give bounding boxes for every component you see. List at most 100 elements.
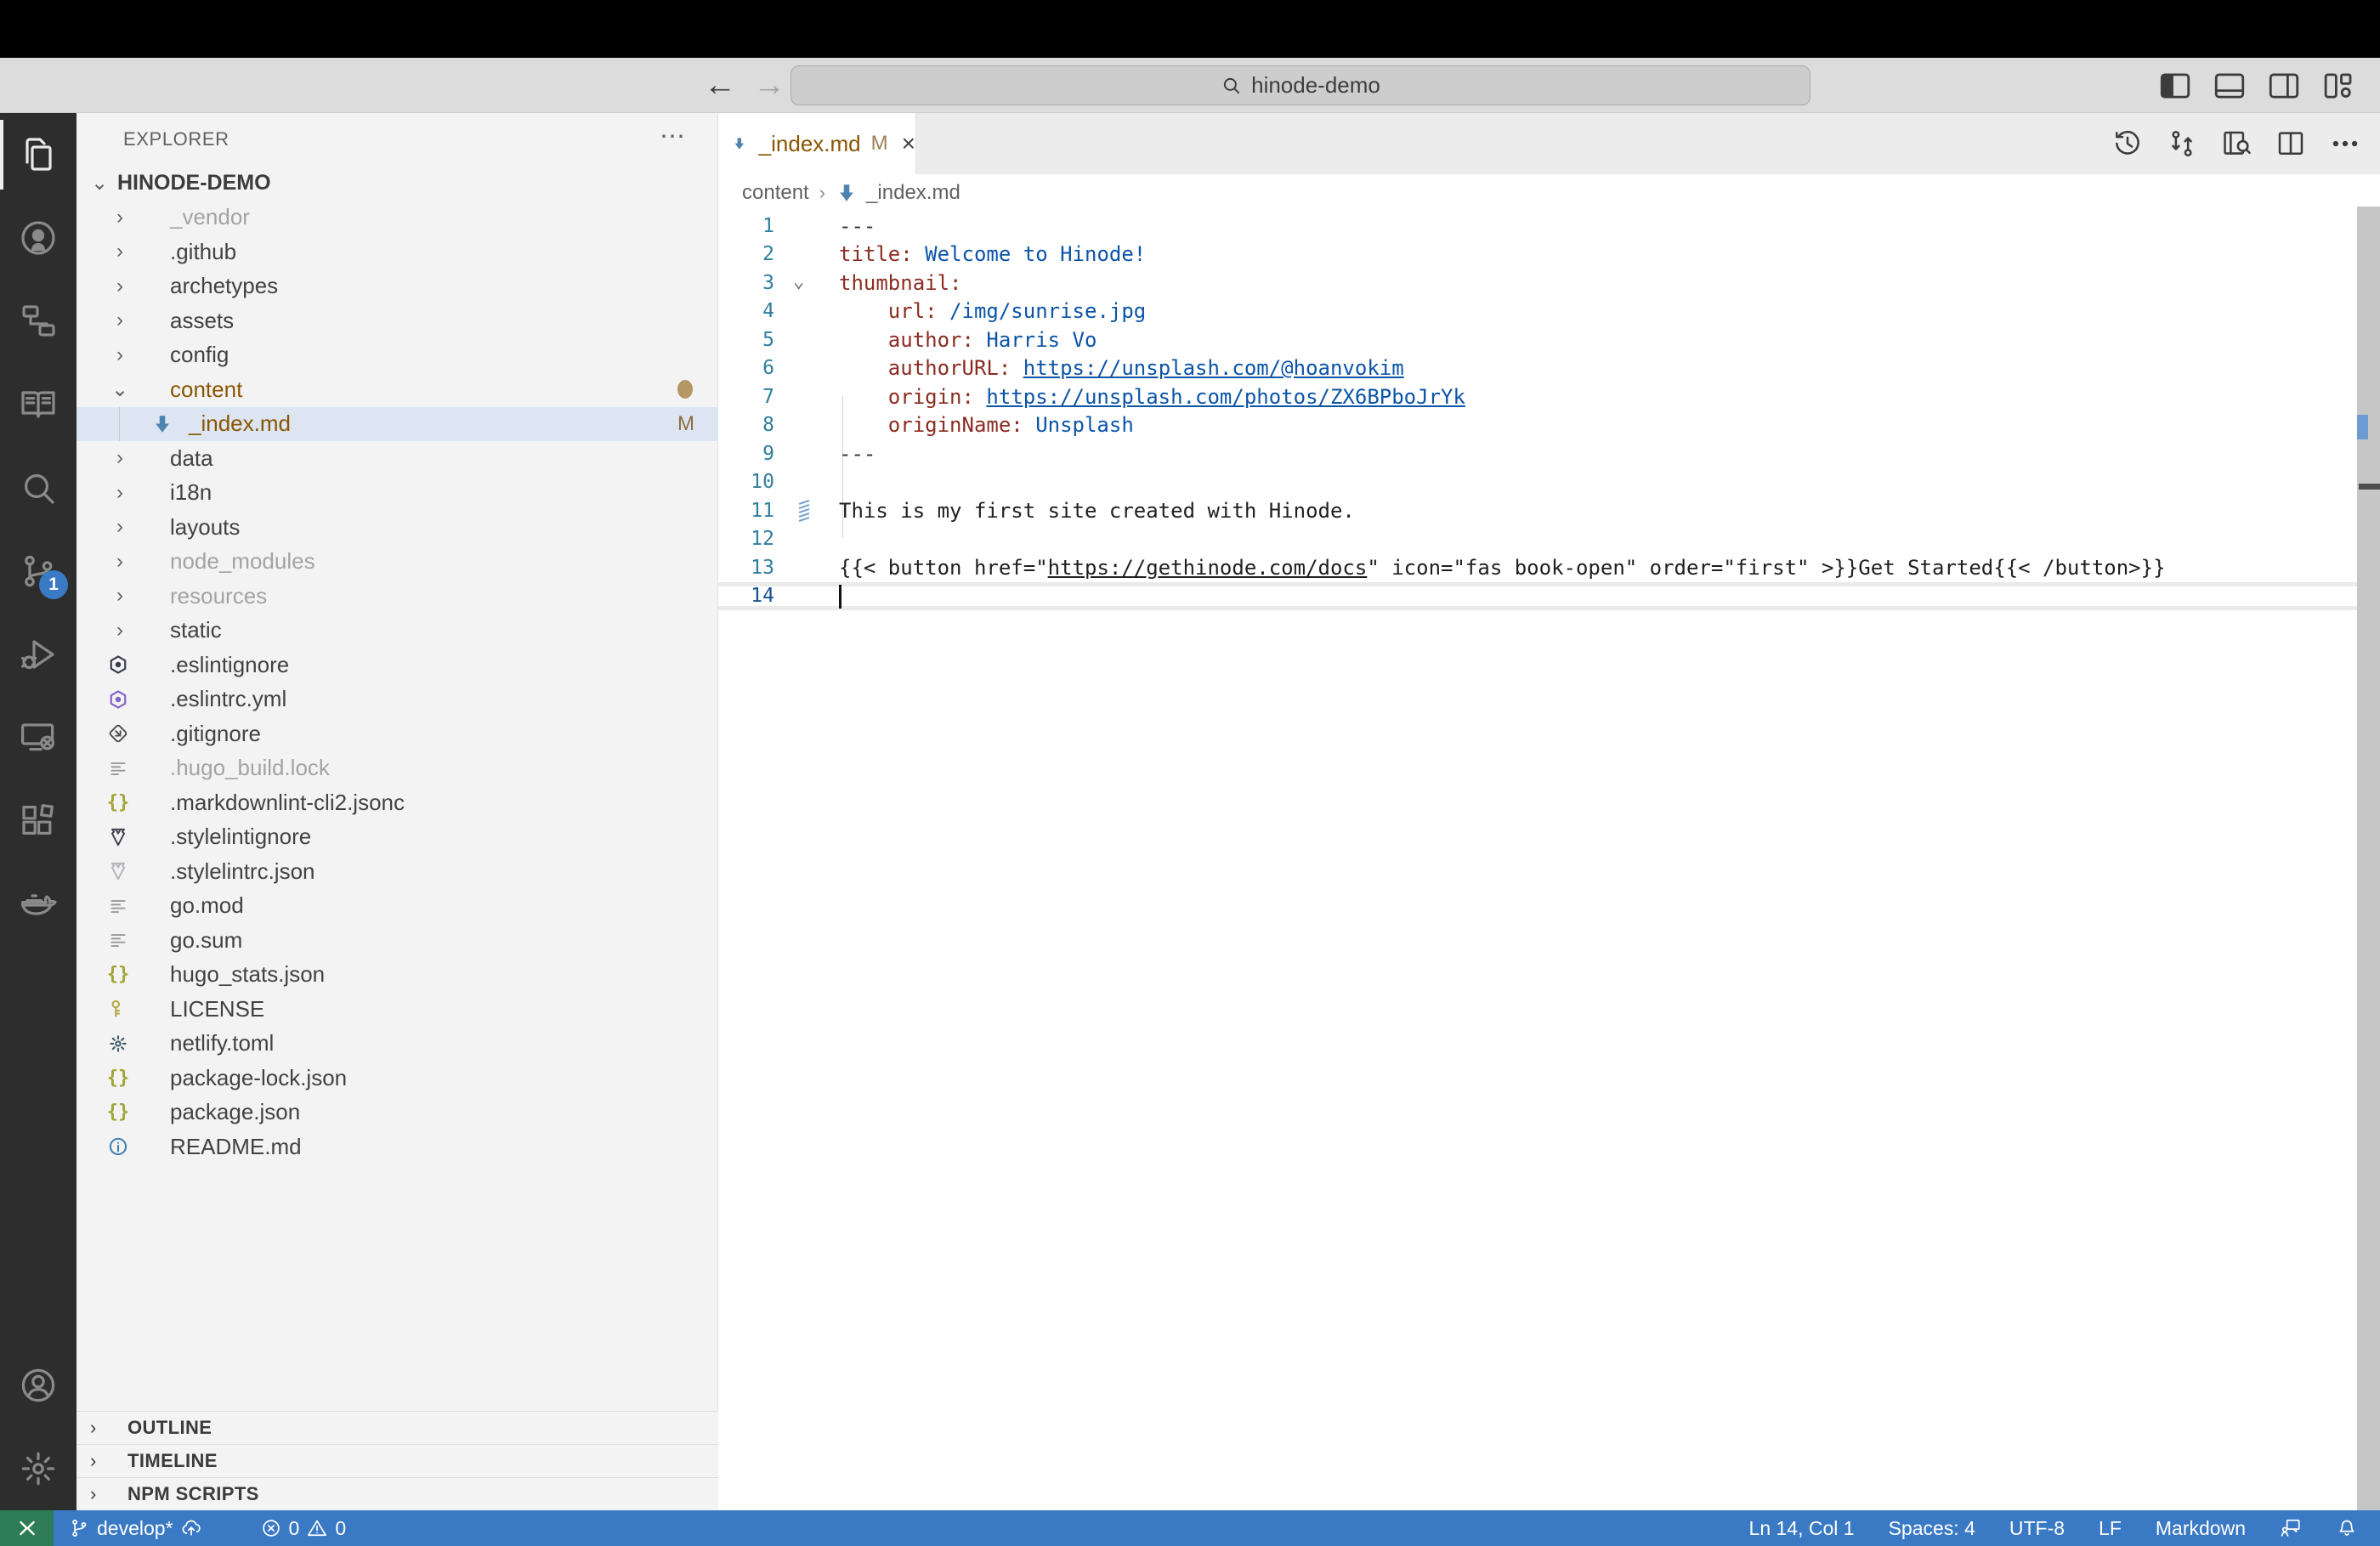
line-number: 3 xyxy=(718,272,786,294)
tree-item-hugo_stats.json[interactable]: {}hugo_stats.json xyxy=(76,958,718,993)
tree-item-netlify.toml[interactable]: netlify.toml xyxy=(76,1027,718,1062)
activity-item-remote-explorer[interactable] xyxy=(0,696,76,779)
tree-item-.stylelintignore[interactable]: .stylelintignore xyxy=(76,820,718,855)
toggle-primary-sidebar-icon[interactable] xyxy=(2157,68,2193,104)
code-line-2[interactable]: 2title: Welcome to Hinode! xyxy=(718,241,2357,269)
code-line-9[interactable]: 9--- xyxy=(718,439,2357,468)
status-markdown[interactable]: Markdown xyxy=(2156,1517,2246,1540)
split-editor-icon[interactable] xyxy=(2275,127,2307,160)
file-icon-wrap xyxy=(105,858,131,884)
tree-item-package-lock.json[interactable]: {}package-lock.json xyxy=(76,1061,718,1096)
toggle-panel-icon[interactable] xyxy=(2212,68,2247,104)
code-line-4[interactable]: 4 url: /img/sunrise.jpg xyxy=(718,297,2357,326)
status-utf-8[interactable]: UTF-8 xyxy=(2009,1517,2065,1540)
tree-item-label: .eslintignore xyxy=(170,652,289,678)
history-icon[interactable] xyxy=(2111,127,2144,160)
tree-item-.stylelintrc.json[interactable]: .stylelintrc.json xyxy=(76,854,718,889)
tree-item-package.json[interactable]: {}package.json xyxy=(76,1096,718,1130)
tree-item-.eslintrc.yml[interactable]: .eslintrc.yml xyxy=(76,682,718,717)
tree-item-README.md[interactable]: README.md xyxy=(76,1130,718,1164)
tree-item-.github[interactable]: ›.github xyxy=(76,235,718,269)
tree-item-label: README.md xyxy=(170,1134,302,1160)
section-npm-scripts[interactable]: ›NPM SCRIPTS xyxy=(76,1477,718,1510)
activity-item-docs[interactable] xyxy=(0,363,76,446)
activity-item-explorer[interactable] xyxy=(0,113,76,196)
tree-item-node_modules[interactable]: ›node_modules xyxy=(76,545,718,580)
activity-item-search[interactable] xyxy=(0,446,76,529)
tree-item-.hugo_build.lock[interactable]: .hugo_build.lock xyxy=(76,751,718,786)
status-lf[interactable]: LF xyxy=(2099,1517,2122,1540)
tree-item-layouts[interactable]: ›layouts xyxy=(76,510,718,545)
tree-item-config[interactable]: ›config xyxy=(76,338,718,373)
file-icon-wrap xyxy=(105,1031,131,1056)
code-line-11[interactable]: 11This is my first site created with Hin… xyxy=(718,496,2357,525)
toggle-secondary-sidebar-icon[interactable] xyxy=(2266,68,2302,104)
tree-item-go.sum[interactable]: go.sum xyxy=(76,923,718,958)
command-center-search[interactable]: hinode-demo xyxy=(790,65,1810,105)
explorer-more-actions-icon[interactable]: ⋯ xyxy=(660,122,687,151)
tree-item-_vendor[interactable]: ›_vendor xyxy=(76,201,718,235)
tree-item-_index.md[interactable]: _index.mdM xyxy=(76,407,718,442)
activity-item-extensions[interactable] xyxy=(0,779,76,863)
activity-item-hierarchy[interactable] xyxy=(0,280,76,363)
customize-layout-icon[interactable] xyxy=(2320,68,2356,104)
section-outline[interactable]: ›OUTLINE xyxy=(76,1411,718,1444)
tree-item-i18n[interactable]: ›i18n xyxy=(76,476,718,511)
remote-indicator[interactable] xyxy=(0,1510,54,1546)
status-spaces[interactable]: Spaces: 4 xyxy=(1889,1517,1975,1540)
chevron-right-icon: › xyxy=(90,1483,112,1505)
tree-item-.markdownlint-cli2.jsonc[interactable]: {}.markdownlint-cli2.jsonc xyxy=(76,785,718,820)
code-line-5[interactable]: 5 author: Harris Vo xyxy=(718,326,2357,354)
status-ln-14[interactable]: Ln 14, Col 1 xyxy=(1749,1517,1855,1540)
tree-item-.eslintignore[interactable]: .eslintignore xyxy=(76,648,718,682)
lines-icon xyxy=(107,757,129,779)
breadcrumb[interactable]: content › _index.md xyxy=(718,174,2380,212)
activity-item-github[interactable] xyxy=(0,196,76,280)
eslint-dark-icon xyxy=(107,654,129,676)
code-line-3[interactable]: 3⌄thumbnail: xyxy=(718,269,2357,297)
more-icon[interactable] xyxy=(2329,127,2361,160)
tree-item-label: go.mod xyxy=(170,892,244,919)
back-arrow-icon[interactable]: ← xyxy=(704,68,736,102)
activity-item-docker[interactable] xyxy=(0,863,76,946)
tree-item-go.mod[interactable]: go.mod xyxy=(76,889,718,924)
activity-item-source-control[interactable]: 1 xyxy=(0,529,76,613)
tree-item-LICENSE[interactable]: LICENSE xyxy=(76,992,718,1027)
braces-icon: {} xyxy=(107,964,129,986)
tree-root-HINODE-DEMO[interactable]: ⌄HINODE-DEMO xyxy=(76,166,718,201)
code-line-10[interactable]: 10 xyxy=(718,468,2357,497)
activity-item-account[interactable] xyxy=(0,1344,76,1427)
forward-arrow-icon[interactable]: → xyxy=(753,68,785,102)
code-line-12[interactable]: 12 xyxy=(718,525,2357,554)
tab-close-icon[interactable]: × xyxy=(902,130,915,157)
problems-status[interactable]: 00 xyxy=(260,1517,347,1540)
code-line-6[interactable]: 6 authorURL: https://unsplash.com/@hoanv… xyxy=(718,354,2357,383)
code-line-14[interactable]: 14 xyxy=(718,582,2357,611)
editor-scrollbar[interactable] xyxy=(2357,207,2380,1510)
tree-item-archetypes[interactable]: ›archetypes xyxy=(76,269,718,304)
tree-item-assets[interactable]: ›assets xyxy=(76,303,718,338)
file-icon-wrap xyxy=(105,756,131,781)
code-line-1[interactable]: 1--- xyxy=(718,212,2357,241)
branch-status[interactable]: develop* xyxy=(68,1517,202,1540)
tree-item-content[interactable]: ⌄content xyxy=(76,372,718,407)
activity-item-run-and-debug[interactable] xyxy=(0,613,76,696)
breadcrumb-file[interactable]: _index.md xyxy=(866,181,960,205)
fold-chevron-icon[interactable]: ⌄ xyxy=(793,271,804,292)
code-editor[interactable]: 1---2title: Welcome to Hinode!3⌄thumbnai… xyxy=(718,212,2357,1510)
breadcrumb-folder[interactable]: content xyxy=(742,181,809,205)
tree-item-label: netlify.toml xyxy=(170,1030,274,1056)
tree-item-data[interactable]: ›data xyxy=(76,441,718,476)
code-line-7[interactable]: 7 origin: https://unsplash.com/photos/ZX… xyxy=(718,382,2357,411)
code-line-8[interactable]: 8 originName: Unsplash xyxy=(718,411,2357,440)
gutter-decorations xyxy=(786,212,837,241)
tree-item-static[interactable]: ›static xyxy=(76,614,718,648)
tree-item-resources[interactable]: ›resources xyxy=(76,579,718,614)
changes-icon[interactable] xyxy=(2166,127,2198,160)
preview-icon[interactable] xyxy=(2220,127,2252,160)
tree-item-.gitignore[interactable]: .gitignore xyxy=(76,716,718,751)
section-timeline[interactable]: ›TIMELINE xyxy=(76,1444,718,1477)
activity-item-settings[interactable] xyxy=(0,1427,76,1510)
code-line-13[interactable]: 13{{< button href="https://gethinode.com… xyxy=(718,553,2357,582)
tab-index-md[interactable]: _index.md M × xyxy=(718,113,916,174)
